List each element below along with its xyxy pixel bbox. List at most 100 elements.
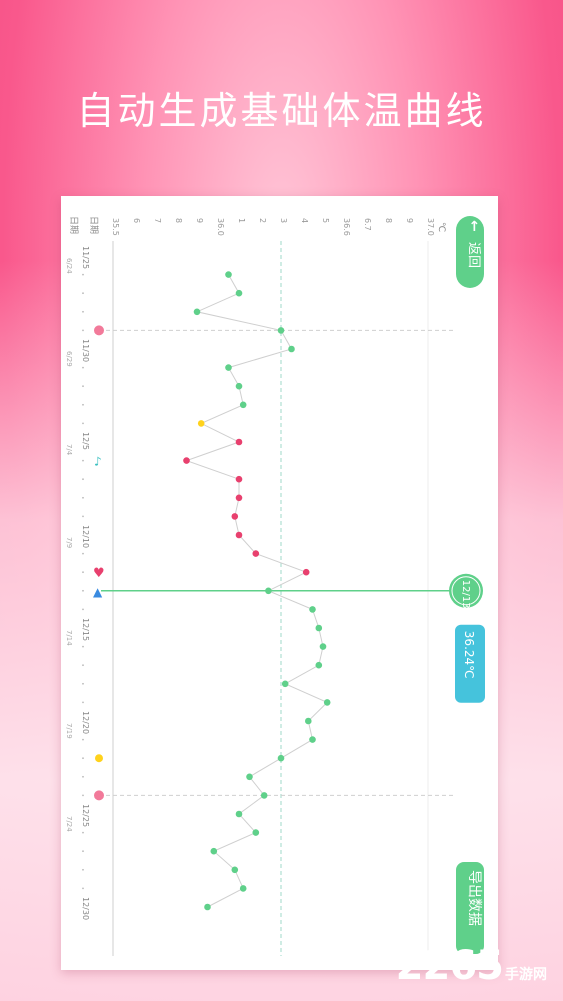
temperature-point[interactable] <box>315 624 323 632</box>
temp-tick-label: 9 <box>405 218 414 223</box>
chart-card: 日期 日期 ℃ 35.5 6 7 8 9 36.0 1 2 3 4 5 36.6 6.7 8 9 37.0 1… <box>61 196 498 970</box>
date-dot <box>82 757 84 760</box>
temp-tick-label: 7 <box>153 218 162 223</box>
watermark: 2265 手游网 <box>396 943 547 989</box>
date-dot <box>82 589 84 592</box>
selected-date-bubble[interactable]: 12/13 <box>449 573 483 609</box>
cycle-date-label: 7/24 <box>65 816 73 832</box>
watermark-number: 2265 <box>395 943 504 989</box>
temp-tick-label: 36.0 <box>216 218 225 236</box>
temperature-point[interactable] <box>277 327 285 334</box>
temperature-point[interactable] <box>204 903 211 911</box>
temperature-point[interactable] <box>235 494 243 502</box>
date-dot <box>82 664 84 667</box>
temp-tick-label: 9 <box>195 218 204 223</box>
date-dot <box>82 701 84 704</box>
heart-icon: ♥ <box>93 566 105 581</box>
cycle-date-label: 7/14 <box>65 630 73 646</box>
date-dot <box>82 403 84 406</box>
date-label: 12/30 <box>81 897 90 920</box>
temp-tick-label: 8 <box>384 218 393 223</box>
temperature-chart[interactable]: 日期 日期 ℃ 35.5 6 7 8 9 36.0 1 2 3 4 5 36.6 6.7 8 9 37.0 1… <box>61 196 498 970</box>
pill-icon <box>95 754 103 763</box>
temp-tick-label: 2 <box>258 218 267 223</box>
date-dot <box>82 478 84 481</box>
back-arrow-icon: ← <box>466 220 482 232</box>
date-label: 12/15 <box>81 618 90 641</box>
back-label: 返回 <box>466 242 481 268</box>
temperature-point[interactable] <box>235 475 243 483</box>
temperature-axis: 35.5 6 7 8 9 36.0 1 2 3 4 5 36.6 6.7 8 9 37.0 <box>111 218 435 236</box>
temp-tick-label: 8 <box>174 218 183 223</box>
temperature-point[interactable] <box>235 438 243 446</box>
temperature-point[interactable] <box>281 680 289 688</box>
temperature-point[interactable] <box>193 308 201 316</box>
cycle-date-label: 7/19 <box>65 723 73 739</box>
temperature-point[interactable] <box>225 271 232 278</box>
date-label: 12/5 <box>81 432 90 450</box>
date-dot <box>82 738 84 741</box>
drop-icon <box>94 790 104 801</box>
temperature-point[interactable] <box>319 643 327 650</box>
temperature-point[interactable] <box>239 401 247 409</box>
unit-label: ℃ <box>436 222 446 232</box>
cycle-date-label: 7/9 <box>65 537 73 548</box>
date-dot <box>82 850 84 853</box>
date-axis: 11/25 11/30 12/5 12/10 12/15 12/20 12/25 12/30 6… <box>65 246 90 920</box>
temperature-point[interactable] <box>315 661 323 669</box>
date-dot <box>82 775 84 778</box>
date-label: 12/10 <box>81 525 90 548</box>
temperature-point[interactable] <box>235 810 243 818</box>
back-button[interactable]: ← 返回 <box>456 216 484 288</box>
date-dot <box>82 310 84 313</box>
temperature-point[interactable] <box>323 699 331 706</box>
temp-tick-label: 35.5 <box>111 218 120 236</box>
temperature-point[interactable] <box>239 885 247 892</box>
temperature-point[interactable] <box>260 792 268 799</box>
ovulation-icon: ▲ <box>93 585 103 599</box>
export-label: 导出数据 <box>466 870 482 926</box>
cycle-date-label: 6/29 <box>65 351 73 367</box>
date-dot <box>82 422 84 425</box>
temp-tick-label: 1 <box>237 218 246 223</box>
temperature-point[interactable] <box>246 773 253 781</box>
temperature-point[interactable] <box>231 866 239 874</box>
date-dot <box>82 366 84 369</box>
date-dot <box>82 645 84 648</box>
drop-icon <box>94 325 104 336</box>
temperature-point[interactable] <box>305 717 312 725</box>
temperature-point[interactable] <box>231 513 239 520</box>
date-dot <box>82 794 84 797</box>
temperature-point[interactable] <box>252 829 260 836</box>
selected-temp-text: 36.24℃ <box>462 631 476 679</box>
date-dot <box>82 459 84 462</box>
temperature-point[interactable] <box>252 550 260 557</box>
temperature-point[interactable] <box>302 568 310 576</box>
music-note-icon: ♪ <box>94 455 102 469</box>
temperature-point[interactable] <box>235 289 243 297</box>
chart-marks: ♪ ♥ ▲ 12/13 36.24℃ <box>93 241 485 956</box>
date-dot <box>82 831 84 834</box>
temperature-point[interactable] <box>235 531 243 539</box>
date-dot <box>82 868 84 871</box>
temperature-point[interactable] <box>197 420 205 427</box>
temperature-point[interactable] <box>235 382 243 390</box>
headline: 自动生成基础体温曲线 <box>76 89 487 133</box>
temperature-point[interactable] <box>225 364 232 371</box>
date-dot <box>82 385 84 388</box>
temperature-point[interactable] <box>277 754 285 762</box>
temperature-point[interactable] <box>288 345 295 353</box>
temperature-point[interactable] <box>183 457 190 464</box>
date-dot <box>82 496 84 499</box>
temperature-point[interactable] <box>210 847 218 855</box>
date-dot <box>82 682 84 685</box>
date-dot <box>82 608 84 611</box>
temp-tick-label: 36.6 <box>342 218 351 236</box>
temperature-point[interactable] <box>309 736 316 743</box>
watermark-site: 手游网 <box>505 967 547 983</box>
export-button[interactable]: 导出数据 <box>456 862 484 954</box>
temperature-point[interactable] <box>309 606 316 613</box>
date-dot <box>82 292 84 295</box>
temperature-point[interactable] <box>265 587 272 595</box>
selected-date-text: 12/13 <box>460 580 471 609</box>
